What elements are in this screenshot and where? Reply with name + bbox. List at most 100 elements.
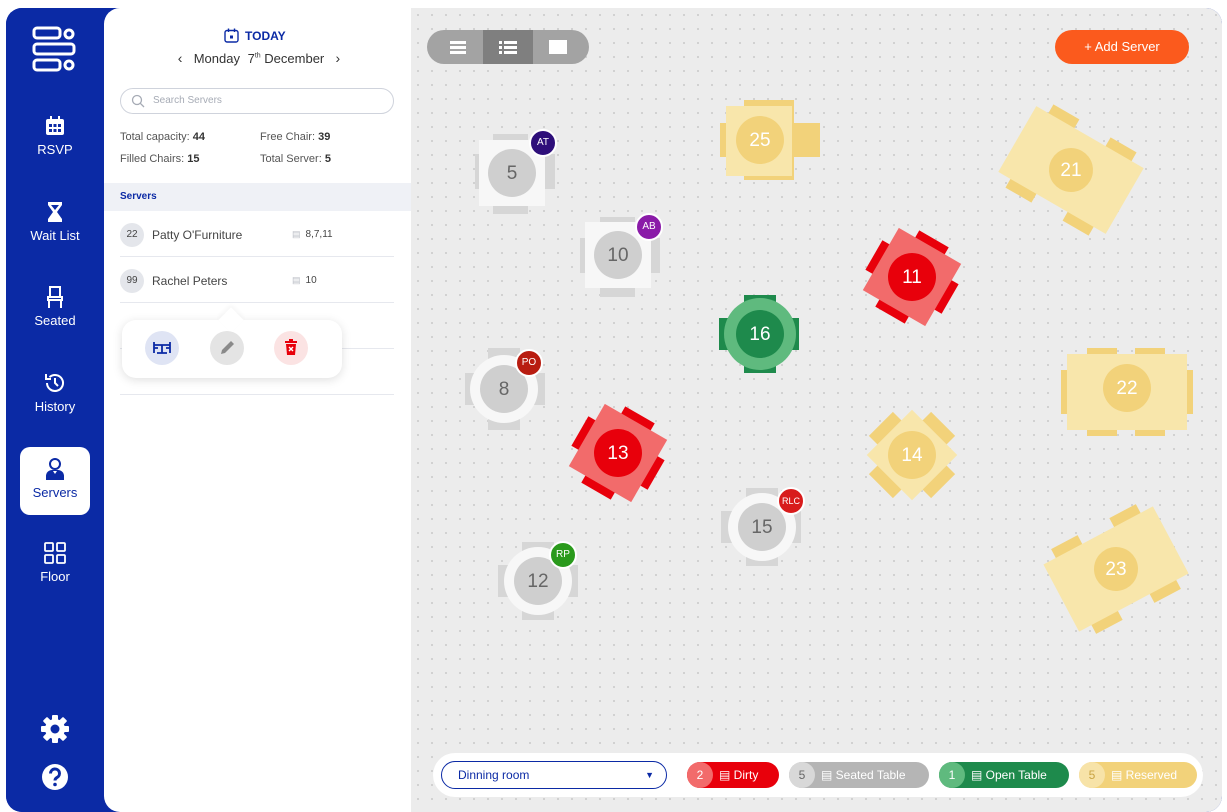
sidebar-item-history[interactable]: History [20,361,90,429]
legend-seated-table: 5 ▤ Seated Table [789,762,929,788]
stat-value: 39 [318,131,331,143]
server-name: Rachel Peters [152,274,228,288]
legend-label-text: Open Table [985,768,1047,782]
legend-count: 5 [789,762,815,788]
calendar-today-icon [224,28,239,43]
next-day-button[interactable]: › [328,50,348,66]
table-number: 11 [902,267,922,288]
table-number: 23 [1105,559,1127,580]
date-suffix: th [254,52,261,60]
table-number: 21 [1060,160,1082,181]
chair-icon [47,286,63,308]
table-number: 22 [1116,378,1138,399]
server-tables-value: 10 [305,275,317,286]
table-number: 8 [498,379,510,400]
server-badge: PO [515,349,543,377]
server-row[interactable]: 22 Patty O'Furniture ▤ 8,7,11 [120,211,394,257]
sidebar-item-label: History [34,399,76,414]
logo-icon [32,26,76,72]
server-row[interactable]: 99 Rachel Peters ▤ 10 [120,257,394,303]
hourglass-icon [48,202,62,222]
sidebar-item-wait-list[interactable]: Wait List [20,190,90,258]
server-tables-value: 8,7,11 [305,229,333,240]
sidebar-item-floor[interactable]: Floor [20,531,90,599]
table-icon: ▤ [292,275,301,285]
sidebar-item-rsvp[interactable]: RSVP [20,104,90,172]
legend-bar: Dinning room ▼ 2 ▤ Dirty 5 ▤ Seated Tabl… [433,753,1203,797]
sidebar-nav: RSVP Wait List Seated History Servers Fl… [6,8,104,812]
table-number: 12 [527,571,549,592]
table-number: 25 [749,130,771,151]
server-tables: ▤ 10 [292,275,317,286]
search-input[interactable]: Search Servers [120,88,394,114]
legend-dirty: 2 ▤ Dirty [687,762,779,788]
stat-value: 15 [187,153,200,165]
legend-label-text: Seated Table [835,768,906,782]
assign-table-icon [153,342,171,354]
stat-value: 5 [324,153,331,165]
legend-count: 5 [1079,762,1105,788]
server-actions-popup [122,307,342,378]
sidebar-item-label: Wait List [30,228,80,243]
server-badge: RP [549,541,577,569]
server-tables: ▤ 8,7,11 [292,229,333,240]
date-day: Monday [193,51,240,66]
server-badge: AT [529,129,557,157]
floor-tables-layer [465,100,1193,634]
legend-label-text: Dirty [733,768,759,782]
server-number: 22 [120,223,144,247]
edit-icon [221,341,234,354]
servers-panel: TODAY ‹ Monday 7th December › Search Ser… [104,8,411,812]
stat-total-capacity: Total capacity: 44 [120,131,205,143]
help-icon[interactable] [40,762,70,792]
sidebar-item-label: Servers [32,485,78,500]
server-name: Patty O'Furniture [152,228,243,242]
room-select-value: Dinning room [458,768,530,782]
room-select[interactable]: Dinning room ▼ [441,761,667,789]
delete-icon [285,339,297,355]
stat-label: Total Server: [260,153,322,165]
legend-label: ▤ Reserved [1111,768,1178,782]
search-placeholder: Search Servers [153,95,222,106]
sidebar-item-label: Floor [40,569,70,584]
sidebar-item-label: Seated [34,313,76,328]
sidebar-item-seated[interactable]: Seated [20,275,90,343]
legend-count: 1 [939,762,965,788]
table-number: 5 [506,163,518,184]
grid-icon [44,542,66,564]
stat-free-chair: Free Chair: 39 [260,131,330,143]
stat-value: 44 [192,131,206,143]
prev-day-button[interactable]: ‹ [170,50,190,66]
history-icon [45,374,64,392]
legend-label: ▤ Dirty [719,768,759,782]
assign-table-button[interactable] [145,331,179,365]
chevron-down-icon: ▼ [645,770,654,780]
search-icon [131,94,145,108]
sidebar-item-servers[interactable]: Servers [20,447,90,515]
servers-section-header: Servers [104,183,411,211]
date-navigator: ‹ Monday 7th December › [164,50,354,66]
server-badge: RLC [777,487,805,515]
edit-button[interactable] [210,331,244,365]
legend-open-table: 1 ▤ Open Table [939,762,1069,788]
date-month: December [264,51,325,66]
server-person-icon [46,458,64,480]
stat-label: Total capacity: [120,131,190,143]
today-button[interactable]: TODAY [224,28,286,43]
stat-filled-chairs: Filled Chairs: 15 [120,153,200,165]
server-number: 99 [120,269,144,293]
calendar-icon [46,116,64,135]
date-num: 7 [247,51,255,66]
today-label: TODAY [245,29,286,43]
settings-icon[interactable] [40,714,70,744]
stat-label: Free Chair: [260,131,316,143]
table-number: 13 [607,443,629,464]
table-number: 16 [749,324,771,345]
delete-button[interactable] [274,331,308,365]
table-number: 15 [751,517,773,538]
legend-label-text: Reserved [1125,768,1178,782]
legend-count: 2 [687,762,713,788]
table-number: 14 [901,445,923,466]
floor-plan: + Add Server 5 25 21 10 11 16 8 22 13 14… [411,8,1222,812]
app-window: RSVP Wait List Seated History Servers Fl… [6,8,1222,812]
